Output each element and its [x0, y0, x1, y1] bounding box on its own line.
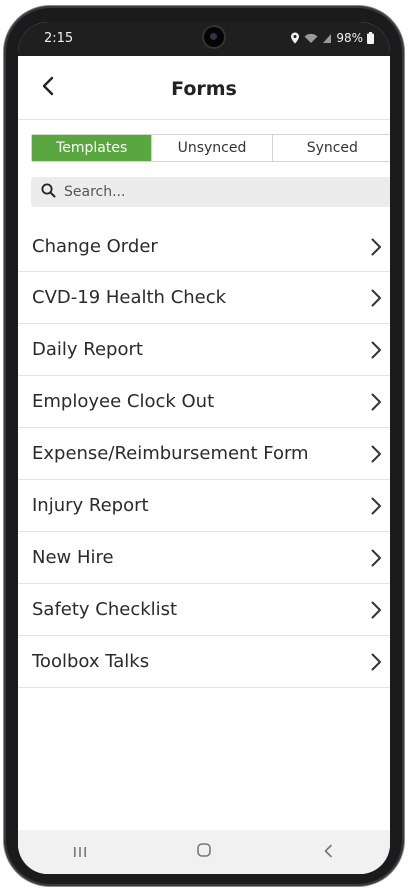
- search-icon: [31, 183, 56, 202]
- location-icon: [290, 32, 300, 44]
- status-icons: 98%: [290, 31, 374, 45]
- search-input[interactable]: [64, 184, 364, 200]
- list-item-daily-report[interactable]: Daily Report: [18, 324, 390, 376]
- list-item-label: Toolbox Talks: [32, 651, 150, 672]
- chevron-right-icon: [370, 392, 382, 416]
- list-item-label: Daily Report: [32, 339, 143, 360]
- battery-percent: 98%: [336, 31, 363, 45]
- status-bar: 2:15 98%: [18, 22, 390, 56]
- page-title: Forms: [171, 78, 237, 100]
- list-item-employee-clock-out[interactable]: Employee Clock Out: [18, 376, 390, 428]
- list-item-toolbox-talks[interactable]: Toolbox Talks: [18, 636, 390, 688]
- chevron-right-icon: [370, 288, 382, 312]
- wifi-icon: [304, 33, 318, 44]
- battery-icon: [367, 32, 374, 44]
- list-item-expense-reimbursement-form[interactable]: Expense/Reimbursement Form: [18, 428, 390, 480]
- tab-unsynced[interactable]: Unsynced: [151, 135, 271, 161]
- list-item-safety-checklist[interactable]: Safety Checklist: [18, 584, 390, 636]
- list-item-label: CVD-19 Health Check: [32, 287, 227, 308]
- phone-device: 2:15 98% Forms Templates Unsynced Synced…: [0, 0, 408, 890]
- forms-tab-bar: Templates Unsynced Synced: [31, 134, 390, 162]
- list-item-label: New Hire: [32, 547, 114, 568]
- system-nav-bar: [18, 830, 390, 874]
- app-screen: 2:15 98% Forms Templates Unsynced Synced…: [18, 22, 390, 874]
- system-back-button[interactable]: [298, 832, 358, 872]
- list-item-change-order[interactable]: Change Order: [18, 222, 390, 272]
- home-icon: [196, 842, 212, 862]
- list-item-label: Change Order: [32, 236, 158, 257]
- list-item-label: Expense/Reimbursement Form: [32, 443, 309, 464]
- list-item-injury-report[interactable]: Injury Report: [18, 480, 390, 532]
- status-time: 2:15: [44, 31, 74, 46]
- chevron-right-icon: [370, 237, 382, 261]
- list-item-new-hire[interactable]: New Hire: [18, 532, 390, 584]
- list-item-label: Safety Checklist: [32, 599, 178, 620]
- chevron-right-icon: [370, 652, 382, 676]
- tab-synced[interactable]: Synced: [271, 135, 390, 161]
- chevron-right-icon: [370, 600, 382, 624]
- search-bar[interactable]: [31, 177, 390, 207]
- chevron-right-icon: [370, 496, 382, 520]
- forms-list: Change Order CVD-19 Health Check Daily R…: [18, 222, 390, 688]
- chevron-right-icon: [370, 444, 382, 468]
- front-camera: [204, 27, 224, 47]
- tab-templates[interactable]: Templates: [32, 135, 152, 161]
- signal-icon: [322, 33, 332, 44]
- list-item-label: Injury Report: [32, 495, 149, 516]
- list-item-cvd-19-health-check[interactable]: CVD-19 Health Check: [18, 272, 390, 324]
- list-item-label: Employee Clock Out: [32, 391, 215, 412]
- chevron-right-icon: [370, 340, 382, 364]
- home-button[interactable]: [174, 832, 234, 872]
- chevron-right-icon: [370, 548, 382, 572]
- recents-icon: [73, 843, 87, 862]
- recents-button[interactable]: [50, 832, 110, 872]
- back-icon: [323, 843, 333, 862]
- app-header: Forms: [18, 56, 390, 120]
